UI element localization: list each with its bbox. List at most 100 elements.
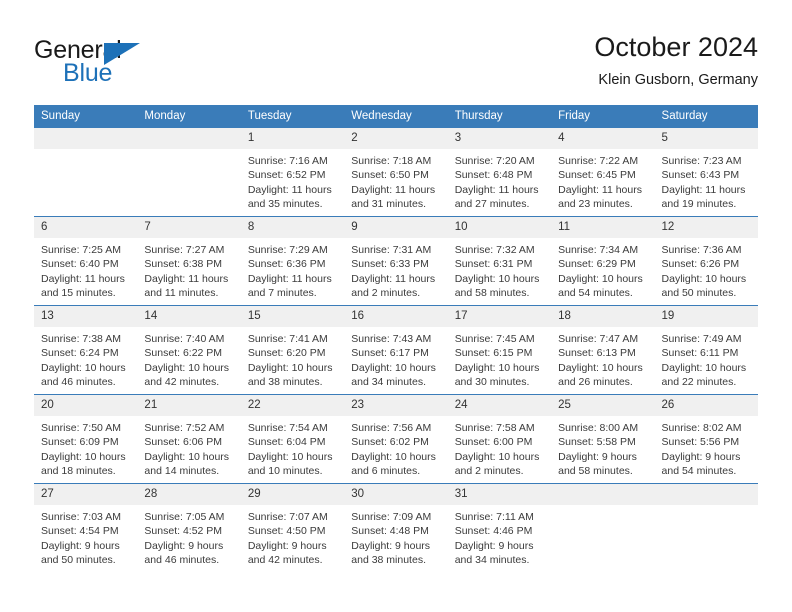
weekday-header-monday: Monday bbox=[137, 105, 241, 128]
daylight-text: Daylight: 10 hours and 50 minutes. bbox=[661, 272, 747, 300]
calendar-day-cell[interactable]: 14 Sunrise: 7:40 AM Sunset: 6:22 PM Dayligh… bbox=[137, 305, 241, 395]
calendar-day-cell[interactable]: 8 Sunrise: 7:29 AM Sunset: 6:36 PM Daylight… bbox=[240, 216, 345, 306]
calendar-day-cell[interactable]: 9 Sunrise: 7:31 AM Sunset: 6:33 PM Daylight… bbox=[344, 216, 448, 306]
calendar-day-cell[interactable]: 1 Sunrise: 7:16 AM Sunset: 6:52 PM Daylight… bbox=[240, 127, 345, 217]
sunrise-text: Sunrise: 7:58 AM bbox=[454, 422, 535, 434]
sunrise-text: Sunrise: 7:40 AM bbox=[144, 333, 225, 345]
calendar-day-cell[interactable]: 12 Sunrise: 7:36 AM Sunset: 6:26 PM Dayligh… bbox=[654, 216, 758, 306]
general-blue-logo[interactable]: General Blue bbox=[34, 36, 214, 88]
daylight-text: Daylight: 10 hours and 42 minutes. bbox=[144, 361, 230, 389]
daylight-text: Daylight: 10 hours and 6 minutes. bbox=[351, 450, 436, 478]
sunset-text: Sunset: 6:48 PM bbox=[454, 169, 533, 182]
calendar-day-cell[interactable]: 21 Sunrise: 7:52 AM Sunset: 6:06 PM Dayligh… bbox=[137, 394, 241, 484]
daylight-text: Daylight: 10 hours and 22 minutes. bbox=[661, 361, 747, 389]
calendar-day-cell[interactable]: 25 Sunrise: 8:00 AM Sunset: 5:58 PM Dayligh… bbox=[551, 394, 655, 484]
day-number: 21 bbox=[137, 395, 241, 416]
sunset-text: Sunset: 6:00 PM bbox=[454, 436, 533, 449]
day-number: 24 bbox=[447, 395, 552, 416]
daylight-text: Daylight: 10 hours and 34 minutes. bbox=[351, 361, 436, 389]
calendar-day-cell[interactable]: 17 Sunrise: 7:45 AM Sunset: 6:15 PM Dayligh… bbox=[447, 305, 552, 395]
day-number: 7 bbox=[137, 217, 241, 238]
weekday-header-row: Sunday Monday Tuesday Wednesday Thursday… bbox=[34, 105, 758, 128]
calendar-day-cell[interactable]: 28 Sunrise: 7:05 AM Sunset: 4:52 PM Dayligh… bbox=[137, 483, 241, 572]
calendar-day-cell[interactable]: 29 Sunrise: 7:07 AM Sunset: 4:50 PM Dayligh… bbox=[240, 483, 345, 572]
day-details: Sunrise: 7:03 AM Sunset: 4:54 PM Daylight:… bbox=[34, 505, 137, 568]
day-details: Sunrise: 7:49 AM Sunset: 6:11 PM Daylight:… bbox=[655, 327, 758, 390]
sunrise-text: Sunrise: 7:50 AM bbox=[41, 422, 121, 434]
calendar-day-cell[interactable]: 23 Sunrise: 7:56 AM Sunset: 6:02 PM Dayligh… bbox=[344, 394, 448, 484]
calendar-day-cell[interactable]: 19 Sunrise: 7:49 AM Sunset: 6:11 PM Dayligh… bbox=[654, 305, 758, 395]
day-details: Sunrise: 7:40 AM Sunset: 6:22 PM Daylight:… bbox=[137, 327, 240, 390]
sunset-text: Sunset: 5:58 PM bbox=[558, 436, 636, 449]
sunrise-text: Sunrise: 7:54 AM bbox=[247, 422, 328, 434]
sunrise-text: Sunrise: 7:07 AM bbox=[247, 511, 328, 523]
calendar-day-cell[interactable]: 16 Sunrise: 7:43 AM Sunset: 6:17 PM Dayligh… bbox=[344, 305, 448, 395]
sunset-text: Sunset: 4:46 PM bbox=[454, 525, 533, 538]
calendar-day-cell[interactable]: 20 Sunrise: 7:50 AM Sunset: 6:09 PM Dayligh… bbox=[34, 394, 138, 484]
sunset-text: Sunset: 6:15 PM bbox=[454, 347, 533, 360]
calendar-day-cell[interactable]: 7 Sunrise: 7:27 AM Sunset: 6:38 PM Daylight… bbox=[137, 216, 241, 306]
sunset-text: Sunset: 6:22 PM bbox=[144, 347, 223, 360]
sunrise-text: Sunrise: 7:34 AM bbox=[558, 244, 639, 256]
sunrise-text: Sunrise: 7:11 AM bbox=[454, 511, 534, 523]
calendar-day-cell[interactable]: 10 Sunrise: 7:32 AM Sunset: 6:31 PM Dayligh… bbox=[447, 216, 552, 306]
calendar-day-cell[interactable]: 5 Sunrise: 7:23 AM Sunset: 6:43 PM Daylight… bbox=[654, 127, 758, 217]
sunrise-text: Sunrise: 7:56 AM bbox=[351, 422, 432, 434]
day-details: Sunrise: 7:43 AM Sunset: 6:17 PM Daylight:… bbox=[344, 327, 447, 390]
calendar-day-cell[interactable]: 31 Sunrise: 7:11 AM Sunset: 4:46 PM Dayligh… bbox=[447, 483, 552, 572]
sunrise-text: Sunrise: 7:36 AM bbox=[661, 244, 742, 256]
day-number: 6 bbox=[34, 217, 138, 238]
sunset-text: Sunset: 6:40 PM bbox=[41, 258, 119, 271]
daylight-text: Daylight: 11 hours and 19 minutes. bbox=[661, 183, 746, 211]
sunrise-text: Sunrise: 7:32 AM bbox=[454, 244, 535, 256]
day-details: Sunrise: 8:02 AM Sunset: 5:56 PM Daylight:… bbox=[655, 416, 758, 479]
calendar-day-cell[interactable]: 6 Sunrise: 7:25 AM Sunset: 6:40 PM Daylight… bbox=[34, 216, 138, 306]
calendar-day-cell[interactable]: 27 Sunrise: 7:03 AM Sunset: 4:54 PM Dayligh… bbox=[34, 483, 138, 572]
sunset-text: Sunset: 4:54 PM bbox=[41, 525, 119, 538]
calendar-day-cell[interactable]: 22 Sunrise: 7:54 AM Sunset: 6:04 PM Dayligh… bbox=[240, 394, 345, 484]
daylight-text: Daylight: 11 hours and 31 minutes. bbox=[351, 183, 436, 211]
calendar-week-row: 27 Sunrise: 7:03 AM Sunset: 4:54 PM Dayligh… bbox=[34, 483, 758, 572]
daylight-text: Daylight: 11 hours and 23 minutes. bbox=[558, 183, 642, 211]
day-number bbox=[654, 484, 758, 505]
daylight-text: Daylight: 10 hours and 14 minutes. bbox=[144, 450, 230, 478]
day-number: 15 bbox=[240, 306, 345, 327]
daylight-text: Daylight: 9 hours and 46 minutes. bbox=[144, 539, 224, 567]
day-details: Sunrise: 7:25 AM Sunset: 6:40 PM Daylight:… bbox=[34, 238, 137, 301]
sunrise-text: Sunrise: 7:23 AM bbox=[661, 155, 742, 167]
calendar-day-cell[interactable]: 13 Sunrise: 7:38 AM Sunset: 6:24 PM Dayligh… bbox=[34, 305, 138, 395]
day-number: 13 bbox=[34, 306, 138, 327]
day-number: 30 bbox=[344, 484, 448, 505]
daylight-text: Daylight: 11 hours and 2 minutes. bbox=[351, 272, 436, 300]
calendar-day-cell[interactable]: 11 Sunrise: 7:34 AM Sunset: 6:29 PM Dayligh… bbox=[551, 216, 655, 306]
sunset-text: Sunset: 6:09 PM bbox=[41, 436, 119, 449]
daylight-text: Daylight: 10 hours and 58 minutes. bbox=[454, 272, 540, 300]
day-number: 19 bbox=[654, 306, 758, 327]
calendar-day-cell[interactable]: 15 Sunrise: 7:41 AM Sunset: 6:20 PM Dayligh… bbox=[240, 305, 345, 395]
calendar-page: General Blue October 2024 Klein Gusborn,… bbox=[0, 0, 792, 612]
sunrise-text: Sunrise: 7:09 AM bbox=[351, 511, 432, 523]
day-number: 8 bbox=[240, 217, 345, 238]
weekday-header-tuesday: Tuesday bbox=[240, 105, 345, 128]
sunrise-text: Sunrise: 8:02 AM bbox=[661, 422, 742, 434]
day-details: Sunrise: 7:16 AM Sunset: 6:52 PM Daylight:… bbox=[241, 149, 344, 212]
calendar-day-cell[interactable]: 18 Sunrise: 7:47 AM Sunset: 6:13 PM Dayligh… bbox=[551, 305, 655, 395]
day-details: Sunrise: 7:50 AM Sunset: 6:09 PM Daylight:… bbox=[34, 416, 137, 479]
day-details: Sunrise: 7:56 AM Sunset: 6:02 PM Daylight:… bbox=[344, 416, 447, 479]
calendar-day-cell[interactable]: 26 Sunrise: 8:02 AM Sunset: 5:56 PM Dayligh… bbox=[654, 394, 758, 484]
day-number: 28 bbox=[137, 484, 241, 505]
day-number: 4 bbox=[551, 128, 655, 149]
title-block: October 2024 Klein Gusborn, Germany bbox=[594, 30, 758, 91]
calendar-body: 1 Sunrise: 7:16 AM Sunset: 6:52 PM Daylight… bbox=[34, 127, 758, 572]
day-number: 16 bbox=[344, 306, 448, 327]
calendar-day-cell[interactable]: 2 Sunrise: 7:18 AM Sunset: 6:50 PM Daylight… bbox=[344, 127, 448, 217]
calendar-day-cell[interactable]: 24 Sunrise: 7:58 AM Sunset: 6:00 PM Dayligh… bbox=[447, 394, 552, 484]
day-details: Sunrise: 7:20 AM Sunset: 6:48 PM Daylight:… bbox=[448, 149, 551, 212]
day-number: 29 bbox=[240, 484, 345, 505]
sunset-text: Sunset: 6:52 PM bbox=[247, 169, 326, 182]
calendar-day-cell[interactable]: 3 Sunrise: 7:20 AM Sunset: 6:48 PM Daylight… bbox=[447, 127, 552, 217]
weekday-header-sunday: Sunday bbox=[34, 105, 138, 128]
calendar-day-cell[interactable]: 30 Sunrise: 7:09 AM Sunset: 4:48 PM Dayligh… bbox=[344, 483, 448, 572]
day-details: Sunrise: 7:29 AM Sunset: 6:36 PM Daylight:… bbox=[241, 238, 344, 301]
calendar-day-cell[interactable]: 4 Sunrise: 7:22 AM Sunset: 6:45 PM Daylight… bbox=[551, 127, 655, 217]
